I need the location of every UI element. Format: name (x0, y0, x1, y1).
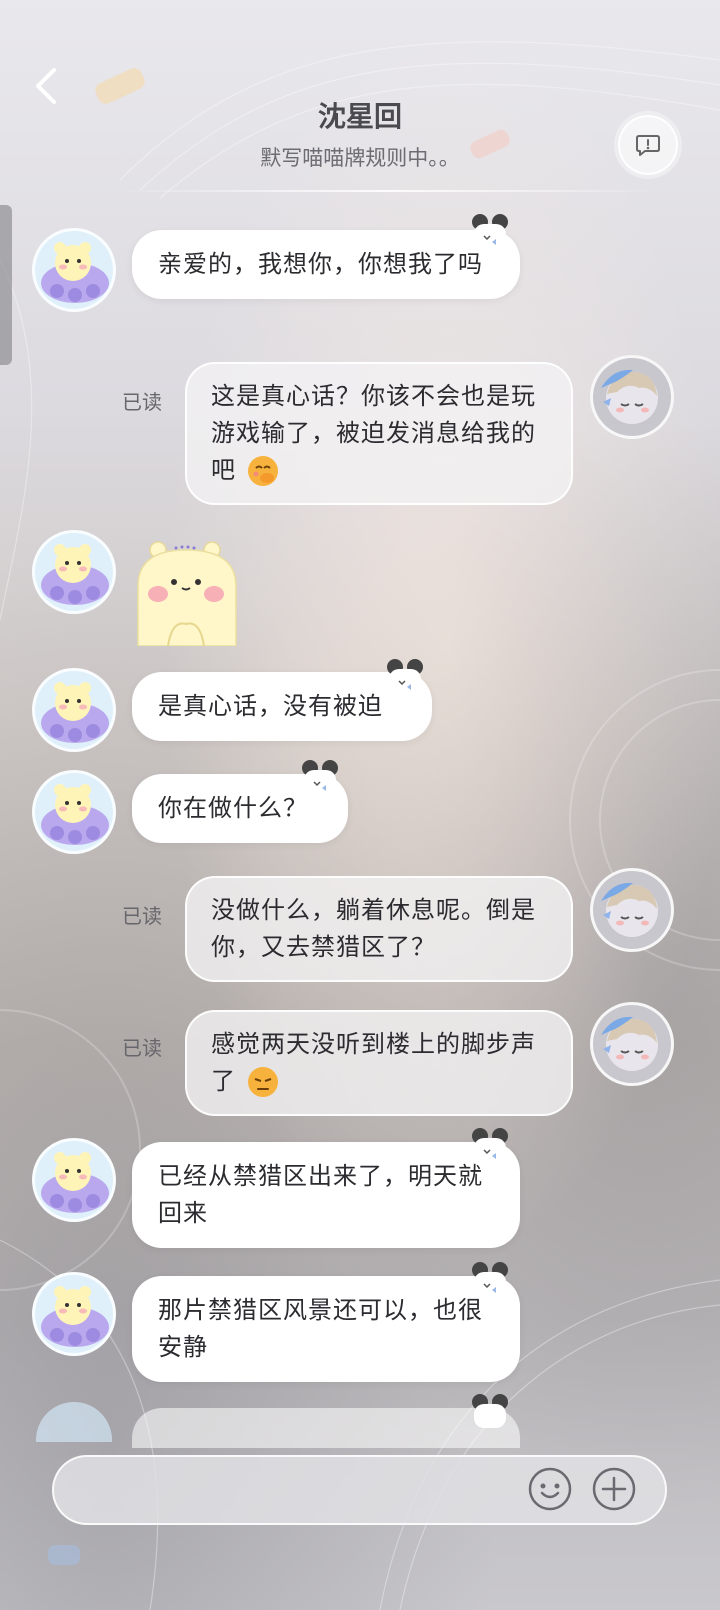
bear-avatar-image (41, 784, 109, 845)
contact-status: 默写喵喵牌规则中。。 (260, 146, 460, 170)
user-avatar[interactable] (590, 355, 674, 439)
message-bubble[interactable]: 这是真心话？你该不会也是玩游戏输了，被迫发消息给我的吧 (185, 362, 573, 505)
boy-avatar-image (601, 882, 658, 937)
bear-avatar-image (41, 242, 109, 303)
bear-avatar-image (41, 682, 109, 743)
user-avatar[interactable] (590, 1002, 674, 1086)
message-bubble[interactable]: 已经从禁猎区出来了，明天就回来 (132, 1142, 520, 1248)
chat-options-button[interactable] (618, 115, 678, 175)
bear-ears-icon (387, 659, 423, 693)
message-bubble[interactable]: 那片禁猎区风景还可以，也很安静 (132, 1276, 520, 1382)
plus-icon (592, 1467, 636, 1511)
contact-name: 沈星回 (317, 100, 402, 133)
chat-header: 沈星回 默写喵喵牌规则中。。 (0, 0, 720, 195)
add-button[interactable] (590, 1465, 638, 1513)
message-bubble[interactable]: 亲爱的，我想你，你想我了吗 (132, 230, 520, 299)
contact-avatar[interactable] (32, 1272, 116, 1356)
bear-avatar-image (41, 1152, 109, 1213)
contact-avatar[interactable] (32, 530, 116, 614)
message-text: 你在做什么？ (158, 794, 308, 822)
read-receipt: 已读 (122, 390, 162, 414)
message-text: 是真心话，没有被迫 (158, 692, 383, 720)
yellow-bear-sticker[interactable] (132, 536, 242, 646)
bear-ears-icon (472, 1262, 508, 1296)
contact-avatar[interactable] (32, 228, 116, 312)
chat-bubble-icon (636, 135, 660, 156)
contact-avatar[interactable] (32, 1138, 116, 1222)
boy-avatar-image (601, 1016, 658, 1071)
message-text: 那片禁猎区风景还可以，也很安静 (158, 1296, 483, 1361)
bear-avatar-image (41, 544, 109, 605)
bear-ears-icon (472, 214, 508, 248)
contact-avatar[interactable] (32, 668, 116, 752)
header-divider (110, 190, 670, 192)
bear-avatar-image (41, 1286, 109, 1347)
message-bubble[interactable]: 感觉两天没听到楼上的脚步声了 (185, 1010, 573, 1116)
contact-avatar-partial (36, 1402, 112, 1442)
smile-icon (528, 1467, 572, 1511)
emoji-button[interactable] (526, 1465, 574, 1513)
read-receipt: 已读 (122, 904, 162, 928)
bear-ears-icon (472, 1128, 508, 1162)
message-bubble[interactable]: 没做什么，躺着休息呢。倒是你，又去禁猎区了？ (185, 876, 573, 982)
message-text: 亲爱的，我想你，你想我了吗 (158, 250, 483, 278)
read-receipt: 已读 (122, 1036, 162, 1060)
message-bubble-partial (132, 1408, 520, 1448)
message-text: 没做什么，躺着休息呢。倒是你，又去禁猎区了？ (211, 896, 536, 961)
side-handle[interactable] (0, 205, 12, 365)
pouting-face-emoji (247, 1067, 278, 1097)
message-text: 已经从禁猎区出来了，明天就回来 (158, 1162, 483, 1227)
message-input[interactable] (74, 1467, 518, 1515)
bear-ears-icon (302, 760, 338, 794)
boy-avatar-image (601, 369, 658, 424)
message-input-bar (52, 1455, 667, 1525)
shy-face-emoji (247, 456, 278, 486)
bear-ears-icon (472, 1394, 508, 1428)
contact-avatar[interactable] (32, 770, 116, 854)
user-avatar[interactable] (590, 868, 674, 952)
